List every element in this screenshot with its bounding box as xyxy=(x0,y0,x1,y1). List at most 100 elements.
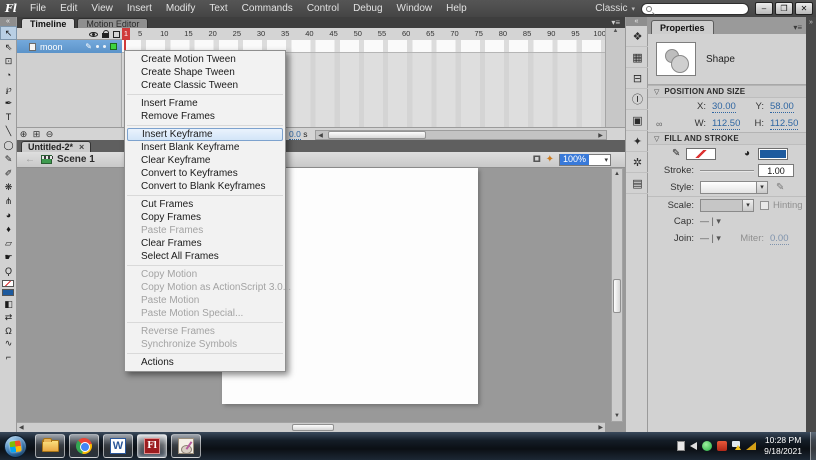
show-desktop-button[interactable] xyxy=(810,432,816,460)
stage-vscrollbar-thumb[interactable] xyxy=(613,279,621,313)
hinting-checkbox[interactable] xyxy=(760,200,769,210)
stroke-color-swatch[interactable] xyxy=(2,280,14,287)
action-center-flag-icon[interactable] xyxy=(732,441,742,451)
3d-rotation-tool[interactable]: ◔ xyxy=(0,68,17,82)
context-menu-item[interactable]: Clear Frames xyxy=(125,237,285,250)
timeline-scrollbar-thumb[interactable] xyxy=(328,131,426,139)
menubar-item[interactable]: Help xyxy=(439,0,474,17)
notification-page-icon[interactable] xyxy=(677,441,686,451)
context-menu-item[interactable]: Convert to Keyframes xyxy=(125,167,285,180)
red-app-tray-icon[interactable] xyxy=(717,441,728,451)
context-menu-item[interactable]: Create Shape Tween xyxy=(125,66,285,79)
oval-tool[interactable]: ◯ xyxy=(0,138,17,152)
context-menu-item[interactable]: Synchronize Symbols xyxy=(125,338,285,354)
stroke-color-swatch[interactable] xyxy=(686,147,716,160)
properties-panel-menu-icon[interactable]: ▾≡ xyxy=(793,23,806,34)
context-menu-item[interactable]: Select All Frames xyxy=(125,250,285,266)
elapsed-time-value[interactable]: 0.0 xyxy=(289,129,301,140)
stroke-height-input[interactable]: 1.00 xyxy=(758,164,794,177)
bone-tool[interactable]: ⋔ xyxy=(0,194,17,208)
taskbar-clock[interactable]: 10:28 PM 9/18/2021 xyxy=(756,435,810,457)
speaker-icon[interactable] xyxy=(690,442,698,450)
tools-collapse-button[interactable]: « xyxy=(0,17,16,26)
brush-tool[interactable]: ✐ xyxy=(0,166,17,180)
edit-symbols-icon[interactable]: ✦ xyxy=(546,154,554,165)
pencil-tool[interactable]: ✎ xyxy=(0,152,17,166)
menubar-item[interactable]: File xyxy=(23,0,53,17)
menubar-item[interactable]: Edit xyxy=(53,0,84,17)
smooth-button[interactable]: ∿ xyxy=(0,337,17,350)
restore-button[interactable]: ❐ xyxy=(775,2,793,15)
miter-value[interactable]: 0.00 xyxy=(770,233,789,245)
code-snippets-panel-icon[interactable]: ✲ xyxy=(626,152,649,173)
menubar-item[interactable]: Window xyxy=(390,0,440,17)
timeline-horizontal-scrollbar[interactable]: ◀ ▶ xyxy=(315,130,607,140)
lock-aspect-ratio-icon[interactable]: ∞ xyxy=(656,119,662,129)
color-panel-icon[interactable]: ❖ xyxy=(626,26,649,47)
menubar-item[interactable]: Control xyxy=(300,0,346,17)
outline-layers-icon[interactable] xyxy=(113,30,120,38)
tab-properties[interactable]: Properties xyxy=(651,20,714,34)
straighten-button[interactable]: ⌐ xyxy=(0,350,17,363)
context-menu-item[interactable]: Create Motion Tween xyxy=(125,53,285,66)
cap-selector[interactable]: — | ▾ xyxy=(700,216,721,227)
context-menu-item[interactable]: Paste Motion Special... xyxy=(125,307,285,323)
taskbar-file-explorer-button[interactable] xyxy=(35,434,65,458)
minimize-button[interactable]: – xyxy=(755,2,773,15)
playhead-frame-marker[interactable]: 1 xyxy=(122,28,130,40)
zoom-tool[interactable]: Ϙ xyxy=(0,264,17,278)
close-document-icon[interactable]: × xyxy=(79,142,84,153)
zoom-level-combobox[interactable]: 100% ▾ xyxy=(559,153,611,166)
timeline-vertical-scrollbar[interactable]: ▲ xyxy=(605,28,625,127)
context-menu-item[interactable]: Create Classic Tween xyxy=(125,79,285,95)
context-menu-item[interactable]: Insert Frame xyxy=(125,97,285,110)
menubar-item[interactable]: View xyxy=(84,0,120,17)
eraser-tool[interactable]: ▱ xyxy=(0,236,17,250)
menubar-item[interactable]: Debug xyxy=(346,0,389,17)
lock-layers-icon[interactable] xyxy=(102,30,109,38)
layer-outline-color-swatch[interactable] xyxy=(110,43,117,50)
snap-to-objects-button[interactable]: Ω xyxy=(0,324,17,337)
taskbar-chrome-button[interactable] xyxy=(69,434,99,458)
eyedropper-tool[interactable]: ♦ xyxy=(0,222,17,236)
layer-visible-dot-icon[interactable] xyxy=(96,45,99,48)
selection-tool[interactable]: ↖ xyxy=(0,26,17,40)
subselection-tool[interactable]: ⇖ xyxy=(0,40,17,54)
fill-color-swatch[interactable] xyxy=(2,289,14,296)
section-position-and-size[interactable]: ▽ POSITION AND SIZE xyxy=(648,85,806,98)
layer-name[interactable]: moon xyxy=(40,42,63,52)
library-panel-icon[interactable]: ▤ xyxy=(626,173,649,194)
workspace-switcher[interactable]: Classic ▾ xyxy=(595,3,635,14)
context-menu-item[interactable]: Convert to Blank Keyframes xyxy=(125,180,285,196)
edit-stroke-style-icon[interactable]: ✎ xyxy=(776,182,784,193)
line-tool[interactable]: ╲ xyxy=(0,124,17,138)
hand-tool[interactable]: ☛ xyxy=(0,250,17,264)
context-menu-item[interactable]: Remove Frames xyxy=(125,110,285,126)
tab-motion-editor[interactable]: Motion Editor xyxy=(77,18,149,29)
context-menu-item[interactable]: Actions xyxy=(125,356,285,369)
info-panel-icon[interactable]: Ⓘ xyxy=(626,89,649,110)
menubar-item[interactable]: Insert xyxy=(120,0,159,17)
frame-ruler[interactable]: 1 5 10 15 20 25 30 35 40 45 50 55 60 65 70 75 80 85 90 95 1… xyxy=(122,28,606,40)
menubar-item[interactable]: Commands xyxy=(235,0,300,17)
new-folder-button[interactable]: ⊞ xyxy=(30,129,43,140)
scroll-left-icon[interactable]: ◀ xyxy=(316,132,325,139)
context-menu-item[interactable]: Copy Frames xyxy=(125,211,285,224)
taskbar-flash-button[interactable]: Fl xyxy=(137,434,167,458)
align-panel-icon[interactable]: ⊟ xyxy=(626,68,649,89)
paint-bucket-tool[interactable]: ◕ xyxy=(0,208,17,222)
edit-scene-icon[interactable]: 🞓 xyxy=(533,154,541,165)
context-menu-item[interactable]: Paste Frames xyxy=(125,224,285,237)
join-selector[interactable]: — | ▾ xyxy=(700,233,721,244)
motion-presets-panel-icon[interactable]: ✦ xyxy=(626,131,649,152)
context-menu-item[interactable]: Reverse Frames xyxy=(125,325,285,338)
tab-timeline[interactable]: Timeline xyxy=(21,18,76,29)
dock-collapse-button[interactable]: « xyxy=(626,17,647,26)
x-value[interactable]: 30.00 xyxy=(712,101,736,113)
section-fill-and-stroke[interactable]: ▽ FILL AND STROKE xyxy=(648,132,806,145)
text-tool[interactable]: T xyxy=(0,110,17,124)
y-value[interactable]: 58.00 xyxy=(770,101,794,113)
context-menu-item[interactable]: Copy Motion xyxy=(125,268,285,281)
search-input[interactable] xyxy=(641,2,749,15)
taskbar-word-button[interactable]: W xyxy=(103,434,133,458)
